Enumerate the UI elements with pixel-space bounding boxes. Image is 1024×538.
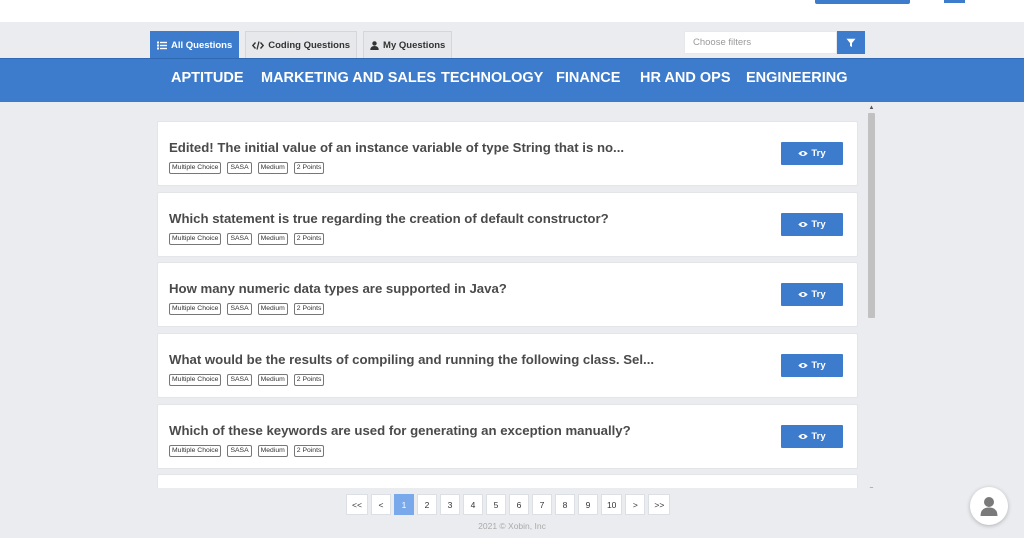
page-3[interactable]: 3	[439, 494, 460, 515]
try-label: Try	[811, 219, 826, 230]
tag-skill: SASA	[227, 445, 252, 457]
question-title[interactable]: Which statement is true regarding the cr…	[169, 211, 609, 226]
try-button[interactable]: Try	[781, 354, 843, 377]
list-icon	[157, 41, 167, 49]
pagination-area: << < 1 2 3 4 5 6 7 8 9 10 > >> 2021 © Xo…	[0, 488, 1024, 538]
category-technology[interactable]: TECHNOLOGY	[441, 70, 543, 86]
tag-type: Multiple Choice	[169, 233, 222, 245]
try-label: Try	[811, 360, 826, 371]
question-card: How many numeric data types are supporte…	[157, 262, 858, 327]
page-prev[interactable]: <	[370, 494, 391, 515]
category-hr-and-ops[interactable]: HR AND OPS	[640, 70, 731, 86]
page-2[interactable]: 2	[416, 494, 437, 515]
tab-label: All Questions	[171, 39, 233, 51]
tab-label: My Questions	[383, 39, 446, 51]
eye-icon	[798, 222, 809, 227]
tag-skill: SASA	[227, 162, 252, 174]
support-chat-button[interactable]	[970, 487, 1008, 525]
question-tags: Multiple Choice SASA Medium 2 Points	[169, 445, 325, 457]
tag-points: 2 Points	[293, 162, 325, 174]
try-label: Try	[811, 289, 826, 300]
question-tags: Multiple Choice SASA Medium 2 Points	[169, 303, 325, 315]
header-button[interactable]	[815, 0, 910, 4]
page-5[interactable]: 5	[485, 494, 506, 515]
eye-icon	[798, 292, 809, 297]
page-next[interactable]: >	[625, 494, 646, 515]
try-button[interactable]: Try	[781, 142, 843, 165]
tag-type: Multiple Choice	[169, 445, 222, 457]
tag-points: 2 Points	[293, 303, 325, 315]
question-card: Which of these keywords are used for gen…	[157, 404, 858, 469]
tag-points: 2 Points	[293, 233, 325, 245]
footer-copyright: 2021 © Xobin, Inc	[478, 521, 546, 531]
page-6[interactable]: 6	[508, 494, 529, 515]
question-tags: Multiple Choice SASA Medium 2 Points	[169, 374, 325, 386]
question-card: Edited! The initial value of an instance…	[157, 121, 858, 186]
category-aptitude[interactable]: APTITUDE	[171, 70, 244, 86]
question-tags: Multiple Choice SASA Medium 2 Points	[169, 162, 325, 174]
tag-difficulty: Medium	[257, 303, 288, 315]
header-menu-button[interactable]	[944, 0, 965, 3]
category-engineering[interactable]: ENGINEERING	[746, 70, 848, 86]
filter-control	[684, 31, 865, 54]
tag-type: Multiple Choice	[169, 303, 222, 315]
eye-icon	[798, 434, 809, 439]
page-10[interactable]: 10	[600, 494, 623, 515]
list-scrollbar[interactable]: ▲ ▼	[867, 105, 876, 493]
question-title[interactable]: Which of these keywords are used for gen…	[169, 423, 631, 438]
tag-points: 2 Points	[293, 374, 325, 386]
pagination: << < 1 2 3 4 5 6 7 8 9 10 > >>	[346, 494, 671, 515]
scroll-up-arrow-icon[interactable]: ▲	[868, 105, 875, 111]
tag-difficulty: Medium	[257, 233, 288, 245]
try-label: Try	[811, 431, 826, 442]
code-icon	[252, 40, 265, 50]
tab-all-questions[interactable]: All Questions	[150, 31, 240, 58]
try-button[interactable]: Try	[781, 213, 843, 236]
question-tags: Multiple Choice SASA Medium 2 Points	[169, 233, 325, 245]
question-tabs: All Questions Coding Questions My Questi…	[150, 31, 453, 58]
tab-my-questions[interactable]: My Questions	[363, 31, 453, 58]
tag-skill: SASA	[227, 374, 252, 386]
page-9[interactable]: 9	[577, 494, 598, 515]
tag-skill: SASA	[227, 303, 252, 315]
tag-skill: SASA	[227, 233, 252, 245]
question-title[interactable]: What would be the results of compiling a…	[169, 352, 654, 367]
eye-icon	[798, 151, 809, 156]
tag-difficulty: Medium	[257, 445, 288, 457]
tag-type: Multiple Choice	[169, 374, 222, 386]
user-avatar-icon	[980, 497, 998, 516]
scroll-thumb[interactable]	[868, 113, 875, 318]
category-finance[interactable]: FINANCE	[556, 70, 620, 86]
user-icon	[370, 40, 379, 50]
page-first[interactable]: <<	[346, 494, 368, 515]
tag-points: 2 Points	[293, 445, 325, 457]
tag-difficulty: Medium	[257, 374, 288, 386]
question-card: What would be the results of compiling a…	[157, 333, 858, 398]
page-8[interactable]: 8	[554, 494, 575, 515]
page-last[interactable]: >>	[648, 494, 671, 515]
question-card: Which statement is true regarding the cr…	[157, 192, 858, 257]
question-title[interactable]: How many numeric data types are supporte…	[169, 281, 507, 296]
eye-icon	[798, 363, 809, 368]
page-7[interactable]: 7	[531, 494, 552, 515]
try-button[interactable]: Try	[781, 283, 843, 306]
top-header	[0, 0, 1024, 22]
question-card-partial	[157, 474, 858, 488]
try-button[interactable]: Try	[781, 425, 843, 448]
filter-input[interactable]	[684, 31, 837, 54]
category-marketing-and-sales[interactable]: MARKETING AND SALES	[261, 70, 436, 86]
filter-button[interactable]	[837, 31, 865, 54]
tab-label: Coding Questions	[268, 39, 351, 51]
category-nav: APTITUDE MARKETING AND SALES TECHNOLOGY …	[0, 58, 1024, 102]
try-label: Try	[811, 148, 826, 159]
question-title[interactable]: Edited! The initial value of an instance…	[169, 140, 624, 155]
page-1[interactable]: 1	[393, 494, 414, 515]
page-4[interactable]: 4	[462, 494, 483, 515]
filter-icon	[846, 38, 856, 47]
tag-type: Multiple Choice	[169, 162, 222, 174]
tab-coding-questions[interactable]: Coding Questions	[245, 31, 358, 58]
tag-difficulty: Medium	[257, 162, 288, 174]
